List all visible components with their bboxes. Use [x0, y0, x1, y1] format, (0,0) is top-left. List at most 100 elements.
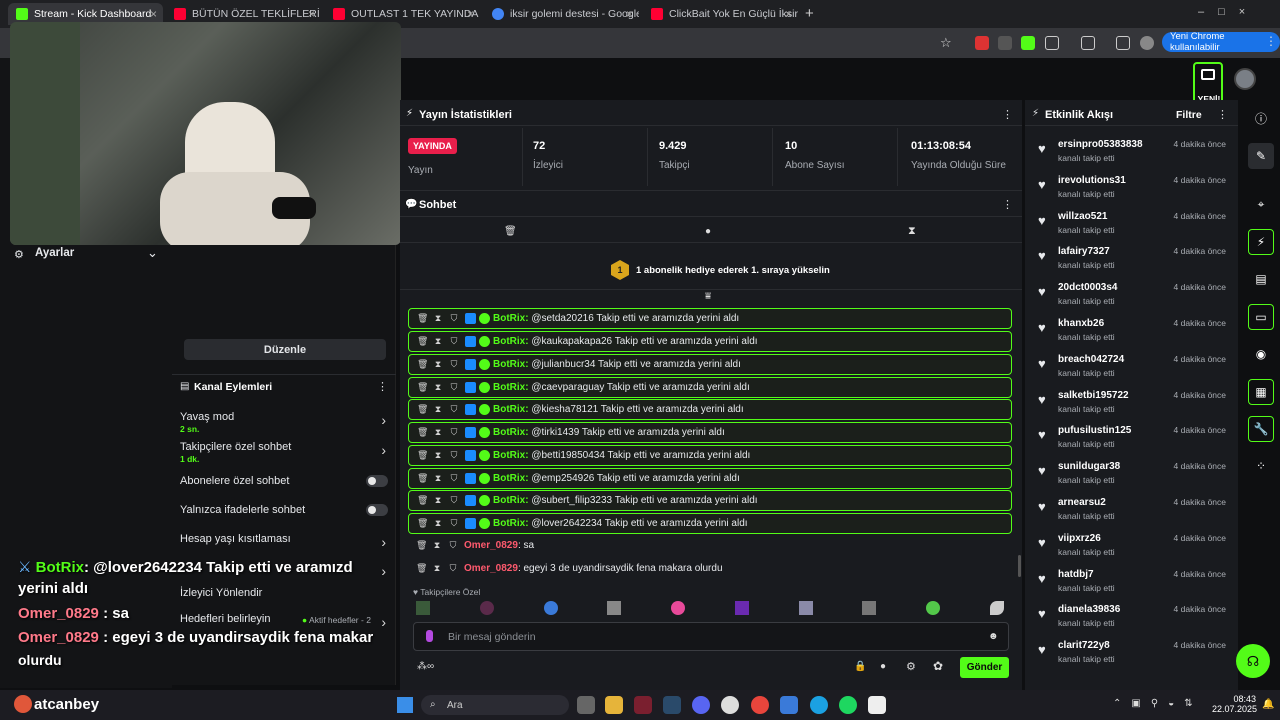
more-icon[interactable]: ⋮	[1002, 198, 1013, 211]
extension-icon[interactable]	[975, 36, 989, 50]
edit-button[interactable]: Düzenle	[184, 339, 386, 360]
lightning-icon[interactable]: ⚡	[1248, 229, 1274, 255]
settings-title[interactable]: Ayarlar	[35, 247, 74, 259]
tab-google[interactable]: iksir golemi destesi - Google'da ×	[484, 3, 639, 25]
activity-feed-item[interactable]: ♥ viipxrz26 kanalı takip etti 4 dakika önce	[1036, 530, 1232, 566]
document-icon[interactable]: ▤	[1248, 266, 1274, 292]
window-controls[interactable]: –□×	[1198, 6, 1259, 18]
edit-icon[interactable]: ✎	[1248, 143, 1274, 169]
wrench-icon[interactable]: 🔧	[1248, 416, 1274, 442]
system-tray-icons[interactable]: ⌃▣⚲◒⇅	[1113, 698, 1203, 709]
bookmark-star-icon[interactable]: ☆	[940, 35, 952, 51]
activity-feed-item[interactable]: ♥ salketbi195722 kanalı takip etti 4 dakika…	[1036, 387, 1232, 423]
file-explorer-icon[interactable]	[605, 696, 623, 714]
hourglass-icon[interactable]: ⧗	[908, 225, 916, 238]
activity-feed-item[interactable]: ♥ clarit722y8 kanalı takip etti 4 dakika ön…	[1036, 637, 1232, 673]
discord-icon[interactable]	[692, 696, 710, 714]
chat-message[interactable]: 🗑 ⧗ ⛉ BotRix: @setda20216 Takip etti ve ara…	[408, 308, 1012, 329]
spotify-icon[interactable]	[839, 696, 857, 714]
pinned-gift-message[interactable]: 1 abonelik hediye ederek 1. sıraya yükse…	[636, 265, 830, 276]
focus-icon[interactable]: ⌖	[1248, 191, 1274, 217]
windows-start-icon[interactable]	[397, 697, 413, 713]
emote-icon[interactable]	[416, 601, 430, 615]
extension-icon[interactable]	[1021, 36, 1035, 50]
more-icon[interactable]: ⋮	[377, 380, 388, 393]
activity-feed-item[interactable]: ♥ khanxb26 kanalı takip etti 4 dakika önce	[1036, 315, 1232, 351]
trash-icon[interactable]: 🗑	[504, 226, 517, 237]
chat-message[interactable]: 🗑 ⧗ ⛉ Omer_0829: sa	[408, 535, 1012, 556]
emote-icon[interactable]	[607, 601, 622, 615]
gear-icon[interactable]: ⚙	[906, 660, 916, 673]
chat-message[interactable]: 🗑 ⧗ ⛉ BotRix: @julianbucr34 Takip etti ve a…	[408, 354, 1012, 375]
emote-only-toggle[interactable]	[366, 504, 388, 516]
emote-icon[interactable]	[543, 601, 558, 615]
account-age-row[interactable]: Hesap yaşı kısıtlaması ›	[180, 533, 390, 550]
broadcast-icon[interactable]: ◉	[1248, 341, 1274, 367]
extensions-puzzle-icon[interactable]	[1045, 36, 1059, 50]
reading-list-icon[interactable]	[1116, 36, 1130, 50]
chat-message[interactable]: 🗑 ⧗ ⛉ BotRix: @subert_filip3233 Takip etti …	[408, 490, 1012, 511]
chat-message[interactable]: 🗑 ⧗ ⛉ Omer_0829: egeyi 3 de uyandirsaydik f…	[408, 558, 1012, 579]
slow-mode-row[interactable]: Yavaş mod 2 sn. ›	[180, 411, 390, 434]
emote-icon[interactable]	[671, 601, 686, 615]
send-button[interactable]: Gönder	[960, 657, 1009, 678]
layout-icon[interactable]: ▦	[1248, 379, 1274, 405]
emote-icon[interactable]	[989, 601, 1004, 615]
chat-icon[interactable]: ▭	[1248, 304, 1274, 330]
activity-feed-item[interactable]: ♥ ersinpro05383838 kanalı takip etti 4 daki…	[1036, 136, 1232, 172]
activity-feed-item[interactable]: ♥ irevolutions31 kanalı takip etti 4 dakika…	[1036, 172, 1232, 208]
emote-icon[interactable]	[862, 601, 877, 615]
activity-feed-item[interactable]: ♥ pufusilustin125 kanalı takip etti 4 dakik…	[1036, 422, 1232, 458]
chrome-update-button[interactable]: Yeni Chrome kullanılabilir	[1162, 31, 1280, 53]
lock-icon[interactable]: 🔒	[854, 661, 866, 672]
app-icon[interactable]	[721, 696, 739, 714]
nodes-icon[interactable]: ⁘	[1248, 453, 1274, 479]
close-tab-icon[interactable]: ×	[785, 7, 792, 21]
message-icon[interactable]: ●	[705, 226, 711, 237]
close-tab-icon[interactable]: ×	[308, 7, 315, 21]
emote-icon[interactable]	[479, 601, 494, 615]
emote-icon[interactable]	[798, 601, 813, 615]
close-tab-icon[interactable]: ×	[150, 7, 157, 21]
chat-message[interactable]: 🗑 ⧗ ⛉ BotRix: @emp254926 Takip etti ve aram…	[408, 468, 1012, 489]
filter-button[interactable]: Filtre	[1176, 109, 1202, 121]
more-icon[interactable]: ⋮	[1002, 108, 1013, 121]
emoji-icon[interactable]: ☻	[988, 631, 999, 642]
goals-row[interactable]: Hedefleri belirleyin ● Aktif hedefler - …	[180, 613, 390, 630]
avatar[interactable]	[1234, 68, 1256, 90]
chat-message-input[interactable]: Bir mesaj gönderin	[413, 622, 1009, 651]
app-icon[interactable]	[634, 696, 652, 714]
chat-message[interactable]: 🗑 ⧗ ⛉ BotRix: @caevparaguay Takip etti ve a…	[408, 377, 1012, 398]
support-headset-icon[interactable]: ☊	[1236, 644, 1270, 678]
new-tab-button[interactable]: +	[805, 5, 814, 22]
activity-feed-item[interactable]: ♥ dianela39836 kanalı takip etti 4 dakika ö…	[1036, 601, 1232, 637]
emote-picker-icon[interactable]: ✿	[933, 659, 943, 673]
points-icon[interactable]: ⁂∞	[417, 661, 434, 672]
activity-feed-item[interactable]: ♥ willzao521 kanalı takip etti 4 dakika önc…	[1036, 208, 1232, 244]
profile-icon[interactable]	[1140, 36, 1154, 50]
chat-message[interactable]: 🗑 ⧗ ⛉ BotRix: @kiesha78121 Takip etti ve ar…	[408, 399, 1012, 420]
more-icon[interactable]: ⋮	[1217, 108, 1228, 121]
activity-feed-item[interactable]: ♥ lafairy7327 kanalı takip etti 4 dakika ön…	[1036, 243, 1232, 279]
task-view-icon[interactable]	[577, 696, 595, 714]
activity-feed-item[interactable]: ♥ arnearsu2 kanalı takip etti 4 dakika önce	[1036, 494, 1232, 530]
browser-menu-icon[interactable]: ⋮	[1265, 34, 1277, 48]
followers-only-chat-row[interactable]: Takipçilere özel sohbet 1 dk. ›	[180, 441, 390, 464]
steam-icon[interactable]	[663, 696, 681, 714]
emote-icon[interactable]	[926, 601, 941, 615]
chat-message[interactable]: 🗑 ⧗ ⛉ BotRix: @tirki1439 Takip etti ve aram…	[408, 422, 1012, 443]
app-icon[interactable]	[780, 696, 798, 714]
emote-icon[interactable]	[734, 601, 749, 615]
chat-message[interactable]: 🗑 ⧗ ⛉ BotRix: @betti19850434 Takip etti ve …	[408, 445, 1012, 466]
subscribers-only-toggle[interactable]	[366, 475, 388, 487]
info-icon[interactable]: ⓘ	[1248, 105, 1274, 131]
chat-message[interactable]: 🗑 ⧗ ⛉ BotRix: @lover2642234 Takip etti ve a…	[408, 513, 1012, 534]
notification-icon[interactable]: 🔔	[1262, 699, 1274, 710]
chrome-icon[interactable]	[751, 696, 769, 714]
activity-feed-item[interactable]: ♥ sunildugar38 kanalı takip etti 4 dakika ö…	[1036, 458, 1232, 494]
close-tab-icon[interactable]: ×	[626, 7, 633, 21]
taskbar-search[interactable]: Ara	[421, 695, 569, 715]
chat-icon[interactable]: ●	[880, 661, 886, 672]
chat-message[interactable]: 🗑 ⧗ ⛉ BotRix: @kaukapakapa26 Takip etti ve …	[408, 331, 1012, 352]
raid-row[interactable]: İzleyici Yönlendir	[180, 587, 390, 599]
